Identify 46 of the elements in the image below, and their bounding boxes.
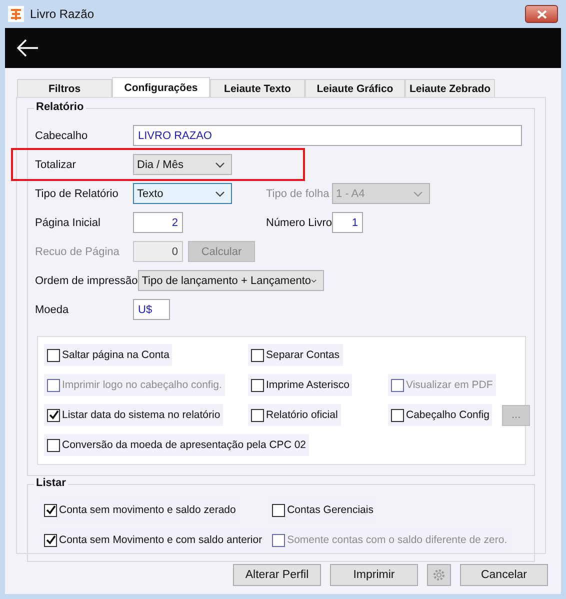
start-page-field[interactable]: 2 xyxy=(133,212,183,233)
field-label: Totalizar xyxy=(35,158,77,170)
checkbox[interactable]: Separar Contas xyxy=(248,344,343,366)
checkbox[interactable]: Listar data do sistema no relatório xyxy=(44,404,224,426)
totalize-dropdown[interactable]: Dia / Mês xyxy=(133,154,232,175)
caret-icon xyxy=(215,190,225,196)
close-icon xyxy=(536,10,546,18)
field-label: Recuo de Página xyxy=(35,246,120,258)
report-type-dropdown[interactable]: Texto xyxy=(133,183,232,204)
app-icon xyxy=(8,6,24,22)
close-button[interactable] xyxy=(525,5,558,23)
field-label: Número Livro xyxy=(266,216,332,228)
tab[interactable]: Configurações xyxy=(112,77,210,97)
field-label: Tipo de folha xyxy=(266,188,330,200)
field-label: Moeda xyxy=(35,304,70,316)
footer-button[interactable]: Cancelar xyxy=(460,564,548,586)
book-number-field[interactable]: 1 xyxy=(332,212,364,233)
settings-icon xyxy=(432,568,446,582)
group-title: Listar xyxy=(34,477,68,489)
field-label: Tipo de Relatório xyxy=(35,188,120,200)
back-arrow-icon[interactable] xyxy=(17,39,39,57)
field-label: Página Inicial xyxy=(35,216,102,228)
field-label: Ordem de impressão xyxy=(35,274,138,286)
footer-button[interactable]: Alterar Perfil xyxy=(233,564,321,586)
tab[interactable]: Leiaute Zebrado xyxy=(405,79,495,97)
caret-icon xyxy=(413,190,423,196)
checkbox[interactable]: Saltar página na Conta xyxy=(44,344,172,366)
check-icon xyxy=(48,410,58,420)
tab[interactable]: Filtros xyxy=(17,79,112,97)
footer-button[interactable]: Imprimir xyxy=(330,564,418,586)
checkbox[interactable]: Conversão da moeda de apresentação pela CPC 02 xyxy=(44,434,309,456)
caret-icon xyxy=(311,278,317,284)
field-label: Cabecalho xyxy=(35,130,89,142)
checkbox[interactable]: Imprime Asterisco xyxy=(248,374,352,396)
print-order-dropdown[interactable]: Tipo de lançamento + Lançamento xyxy=(138,270,324,291)
window-title: Livro Razão xyxy=(30,7,96,21)
checkbox[interactable]: Cabeçalho Config xyxy=(388,404,492,426)
check-icon xyxy=(46,505,56,515)
caret-icon xyxy=(215,162,225,168)
tab[interactable]: Leiaute Gráfico xyxy=(305,79,405,97)
checkbox[interactable]: Relatório oficial xyxy=(248,404,341,426)
tab[interactable]: Leiaute Texto xyxy=(210,79,305,97)
header-field[interactable]: LIVRO RAZAO xyxy=(133,125,522,146)
group-title: Relatório xyxy=(34,101,86,113)
check-icon xyxy=(46,535,56,545)
currency-field[interactable]: U$ xyxy=(133,299,170,320)
